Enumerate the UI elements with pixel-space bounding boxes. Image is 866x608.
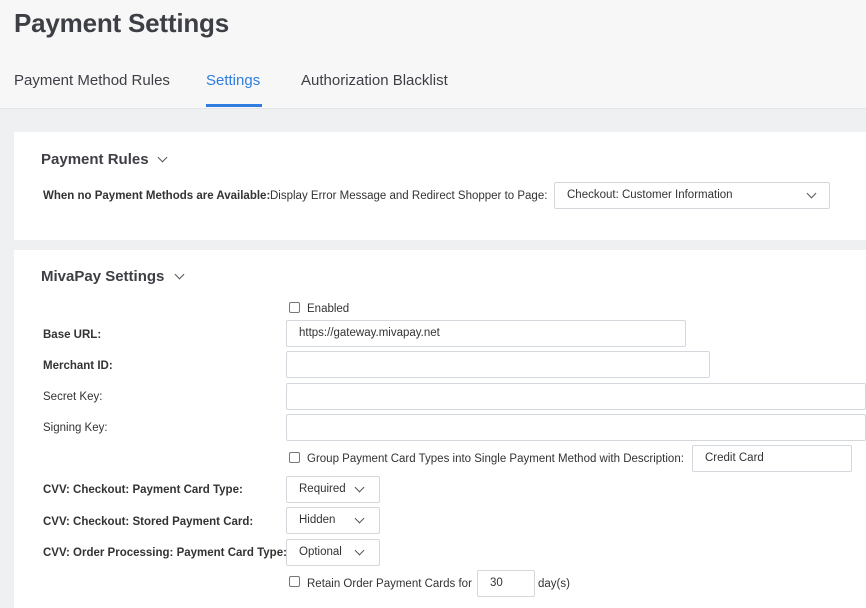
chevron-down-icon[interactable] (157, 152, 168, 163)
no-methods-text: Display Error Message and Redirect Shopp… (270, 190, 548, 202)
chevron-down-icon[interactable] (174, 269, 185, 280)
mivapay-settings-title: MivaPay Settings (41, 268, 165, 285)
group-card-types-label: Group Payment Card Types into Single Pay… (307, 453, 684, 465)
enabled-label: Enabled (307, 303, 350, 315)
enabled-checkbox[interactable] (289, 302, 300, 313)
tab-authorization-blacklist[interactable]: Authorization Blacklist (301, 72, 448, 89)
group-description-input[interactable]: Credit Card (692, 445, 852, 472)
secret-key-label: Secret Key: (43, 391, 103, 403)
page-title: Payment Settings (14, 8, 229, 38)
cvv-checkout-card-select[interactable]: Required (286, 476, 380, 503)
base-url-label: Base URL: (43, 329, 102, 341)
mivapay-settings-card: MivaPay Settings Enabled Base URL: https… (14, 250, 866, 608)
chevron-down-icon (354, 513, 365, 524)
cvv-checkout-stored-label: CVV: Checkout: Stored Payment Card: (43, 516, 254, 528)
cvv-checkout-stored-select[interactable]: Hidden (286, 507, 380, 534)
cvv-checkout-stored-value: Hidden (299, 514, 336, 526)
retain-cards-checkbox[interactable] (289, 576, 300, 587)
merchant-id-label: Merchant ID: (43, 360, 113, 372)
chevron-down-icon (354, 545, 365, 556)
signing-key-label: Signing Key: (43, 422, 108, 434)
cvv-order-value: Optional (299, 546, 342, 558)
retain-cards-label: Retain Order Payment Cards for (307, 578, 472, 590)
payment-rules-card: Payment Rules When no Payment Methods ar… (14, 132, 866, 240)
tab-payment-method-rules[interactable]: Payment Method Rules (14, 72, 170, 89)
redirect-page-value: Checkout: Customer Information (567, 189, 733, 201)
redirect-page-select[interactable]: Checkout: Customer Information (554, 182, 830, 209)
merchant-id-input[interactable] (286, 351, 710, 378)
cvv-checkout-card-label: CVV: Checkout: Payment Card Type: (43, 484, 243, 496)
base-url-input[interactable]: https://gateway.mivapay.net (286, 320, 686, 347)
cvv-checkout-card-value: Required (299, 483, 346, 495)
retain-days-unit: day(s) (538, 578, 570, 590)
no-methods-label: When no Payment Methods are Available: (43, 190, 271, 202)
tab-settings[interactable]: Settings (206, 72, 260, 89)
cvv-order-select[interactable]: Optional (286, 539, 380, 566)
signing-key-input[interactable] (286, 414, 866, 441)
secret-key-input[interactable] (286, 383, 866, 410)
payment-rules-title: Payment Rules (41, 151, 149, 168)
active-tab-indicator (206, 104, 262, 107)
retain-days-input[interactable]: 30 (477, 570, 535, 597)
group-card-types-checkbox[interactable] (289, 452, 300, 463)
cvv-order-label: CVV: Order Processing: Payment Card Type… (43, 547, 287, 559)
chevron-down-icon (806, 188, 817, 199)
chevron-down-icon (354, 482, 365, 493)
tab-bar: Payment Method Rules Settings Authorizat… (0, 66, 866, 109)
